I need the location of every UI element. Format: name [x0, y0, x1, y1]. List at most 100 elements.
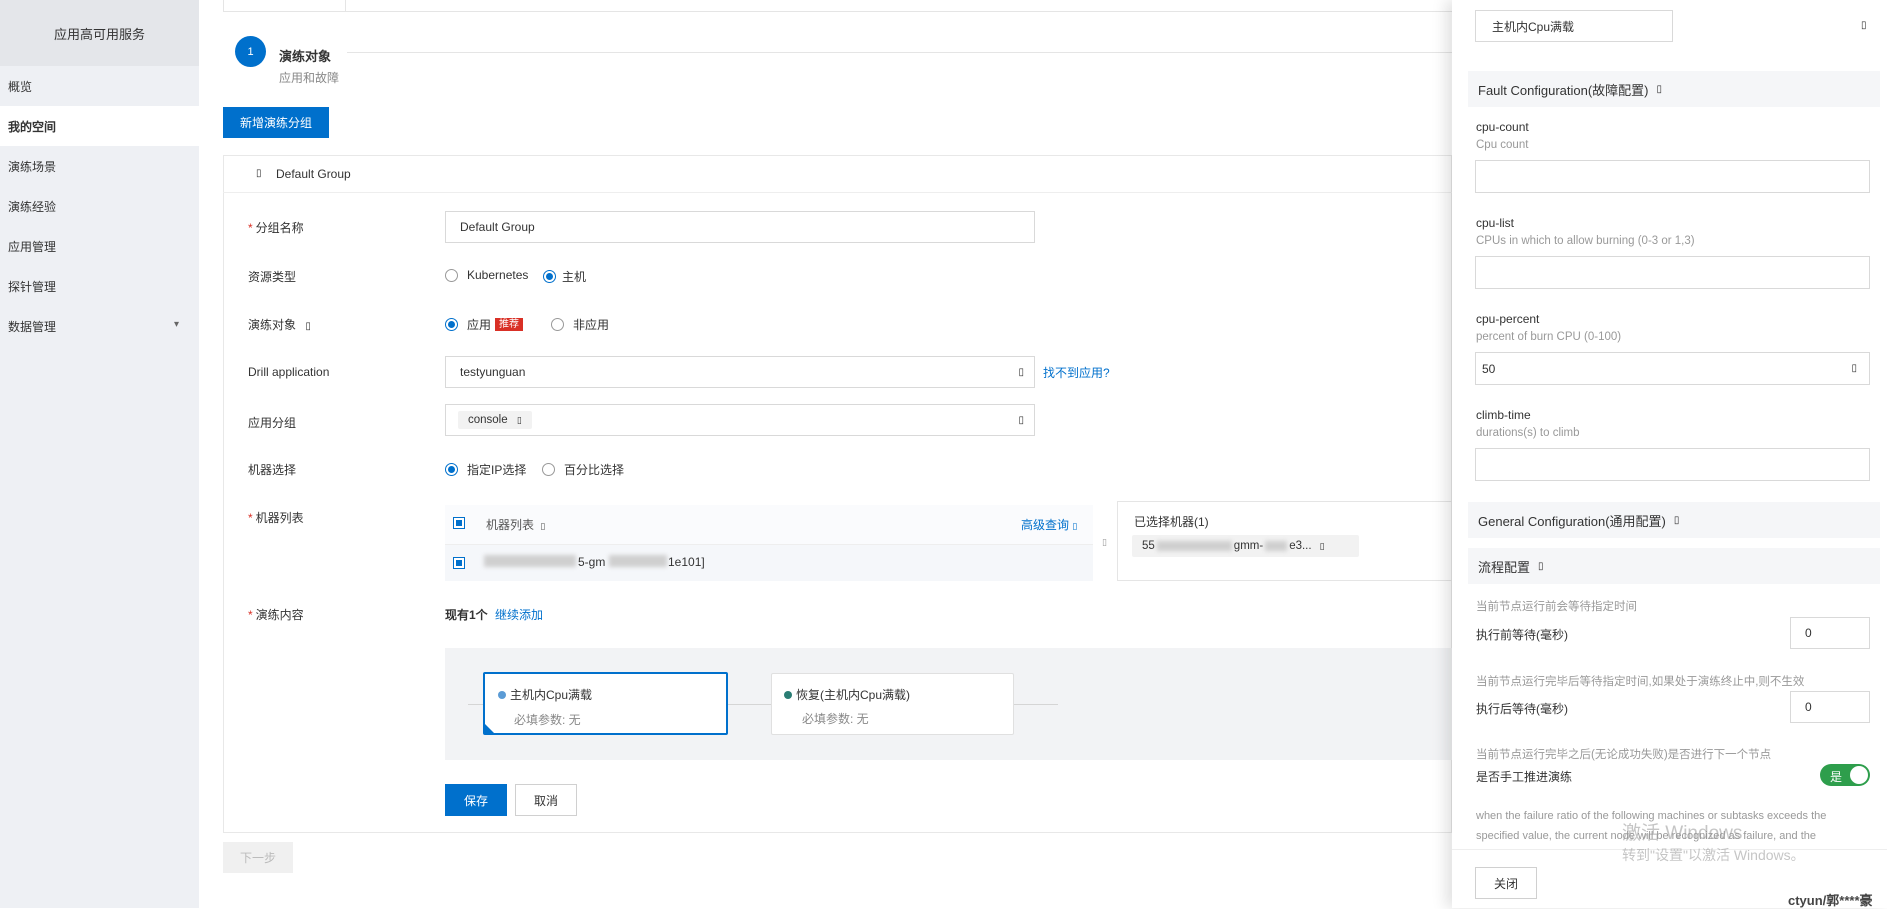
- field-title: cpu-list: [1476, 216, 1515, 230]
- after-wait-label: 执行后等待(毫秒): [1476, 702, 1568, 716]
- footer-user: ctyun/郭****豪: [1788, 893, 1873, 908]
- resource-type-kubernetes[interactable]: Kubernetes: [445, 268, 528, 282]
- flow-config-section[interactable]: 流程配置 ▯: [1468, 548, 1880, 584]
- radio-icon: [445, 463, 458, 476]
- radio-label: 百分比选择: [564, 463, 625, 477]
- flow-node-title: 恢复(主机内Cpu满载): [796, 688, 911, 702]
- continue-add-link[interactable]: 继续添加: [495, 606, 543, 623]
- sidebar-title: 应用高可用服务: [0, 0, 199, 66]
- app-group-label: 应用分组: [248, 416, 297, 430]
- machine-select-ip[interactable]: 指定IP选择: [445, 461, 526, 478]
- status-dot: [784, 690, 792, 699]
- sidebar-item-overview[interactable]: 概览: [0, 66, 199, 106]
- group-name-input[interactable]: Default Group: [445, 211, 1035, 243]
- sidebar-item-my-space[interactable]: 我的空间: [0, 106, 199, 146]
- collapse-icon: ▯: [1673, 514, 1680, 526]
- next-step-button[interactable]: 下一步: [223, 842, 293, 873]
- node-name-input[interactable]: 主机内Cpu满载: [1475, 10, 1673, 42]
- group-name-label: * 分组名称: [248, 221, 304, 235]
- section-title: General Configuration(通用配置): [1478, 513, 1666, 529]
- stepper-icon[interactable]: ▯: [1851, 363, 1857, 374]
- target-non-app[interactable]: 非应用: [551, 316, 609, 333]
- climb-time-input[interactable]: [1475, 448, 1870, 481]
- radio-label: 非应用: [573, 318, 610, 332]
- activation-watermark-title: 激活 Windows: [1622, 823, 1743, 844]
- tag-text: gmm-: [1233, 540, 1264, 552]
- field-desc: percent of burn CPU (0-100): [1476, 331, 1622, 343]
- tab[interactable]: [223, 0, 346, 12]
- sidebar-item-experience[interactable]: 演练经验: [0, 186, 199, 226]
- flow-node-fault[interactable]: 主机内Cpu满载 必填参数: 无: [483, 672, 728, 735]
- corner-marker: [485, 724, 494, 733]
- step-number: 1: [235, 36, 266, 67]
- before-wait-input[interactable]: 0: [1790, 617, 1870, 649]
- before-wait-desc: 当前节点运行前会等待指定时间: [1476, 601, 1637, 613]
- group-header[interactable]: [223, 155, 1452, 193]
- close-button[interactable]: 关闭: [1475, 867, 1537, 899]
- sidebar-item-probe-management[interactable]: 探针管理: [0, 266, 199, 306]
- status-dot: [498, 690, 506, 699]
- help-icon: ▯: [305, 321, 311, 332]
- general-config-section[interactable]: General Configuration(通用配置) ▯: [1468, 502, 1880, 538]
- machine-row-text: 5-gm: [578, 555, 606, 569]
- blurred-ip: [484, 555, 576, 567]
- machine-select-percent[interactable]: 百分比选择: [542, 461, 624, 478]
- add-group-button[interactable]: 新增演练分组: [223, 107, 329, 138]
- flow-node-recover[interactable]: 恢复(主机内Cpu满载) 必填参数: 无: [771, 673, 1014, 735]
- tab-bar: [223, 0, 1452, 12]
- radio-icon: [551, 318, 564, 331]
- fault-config-section[interactable]: Fault Configuration(故障配置) ▯: [1468, 71, 1880, 107]
- content-label: * 演练内容: [248, 608, 304, 622]
- radio-icon: [543, 270, 556, 283]
- after-wait-desc: 当前节点运行完毕后等待指定时间,如果处于演练终止中,则不生效: [1476, 676, 1805, 688]
- target-label: 演练对象 ▯: [248, 318, 311, 332]
- radio-label: 主机: [562, 270, 587, 284]
- toggle-label: 是: [1830, 770, 1843, 784]
- sidebar-item-scenarios[interactable]: 演练场景: [0, 146, 199, 186]
- sidebar-item-data-management[interactable]: 数据管理 ▾: [0, 306, 199, 346]
- machine-row-text: 1e101]: [668, 555, 705, 569]
- close-icon[interactable]: ▯: [1320, 541, 1325, 552]
- radio-label: 应用: [467, 318, 492, 332]
- blurred-ip: [1156, 541, 1232, 551]
- after-wait-input[interactable]: 0: [1790, 691, 1870, 723]
- sidebar-item-label: 数据管理: [8, 319, 57, 334]
- row-checkbox[interactable]: [453, 557, 465, 569]
- selected-machine-tag[interactable]: 55 gmm- e3... ▯: [1132, 535, 1359, 557]
- flow-node-param: 必填参数: 无: [514, 713, 581, 727]
- advanced-query-link[interactable]: 高级查询 ▯: [1021, 516, 1077, 533]
- target-app[interactable]: 应用 推荐: [445, 316, 524, 333]
- radio-icon: [542, 463, 555, 476]
- save-button[interactable]: 保存: [445, 784, 507, 816]
- selected-machines-title: 已选择机器(1): [1134, 515, 1209, 529]
- cant-find-app-link[interactable]: 找不到应用?: [1043, 364, 1110, 381]
- blurred-ip: [1265, 541, 1288, 551]
- cpu-list-input[interactable]: [1475, 256, 1870, 289]
- group-name: Default Group: [276, 167, 351, 181]
- content-count: 现有1个: [445, 608, 488, 622]
- field-desc: Cpu count: [1476, 139, 1529, 151]
- select-all-checkbox[interactable]: [453, 517, 465, 529]
- field-desc: durations(s) to climb: [1476, 427, 1580, 439]
- transfer-icon[interactable]: ▯: [1102, 537, 1107, 548]
- chevron-down-icon: ▾: [173, 319, 179, 330]
- close-icon[interactable]: ▯: [1861, 20, 1867, 31]
- sidebar-item-app-management[interactable]: 应用管理: [0, 226, 199, 266]
- sidebar-item-label: 应用管理: [8, 239, 57, 254]
- manual-advance-toggle[interactable]: 是: [1820, 764, 1870, 786]
- cpu-percent-input[interactable]: 50 ▯: [1475, 352, 1870, 385]
- sidebar-item-label: 演练场景: [8, 159, 57, 174]
- toggle-knob: [1850, 766, 1868, 784]
- cpu-count-input[interactable]: [1475, 160, 1870, 193]
- field-title: cpu-percent: [1476, 312, 1540, 326]
- tag-text: 55: [1142, 540, 1155, 552]
- cancel-button[interactable]: 取消: [515, 784, 577, 816]
- field-title: climb-time: [1476, 408, 1531, 422]
- drill-app-select[interactable]: testyunguan ▯: [445, 356, 1035, 388]
- drill-app-value: testyunguan: [460, 365, 526, 379]
- radio-label: 指定IP选择: [467, 463, 527, 477]
- app-group-select[interactable]: console ▯ ▯: [445, 404, 1035, 436]
- resource-type-host[interactable]: 主机: [543, 268, 586, 285]
- radio-label: Kubernetes: [467, 268, 529, 282]
- collapse-icon[interactable]: ▯: [256, 168, 262, 179]
